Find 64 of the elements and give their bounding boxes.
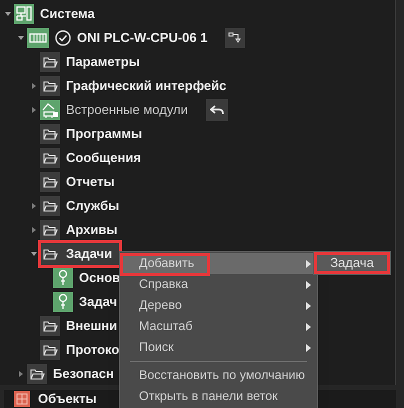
collapse-arrow-icon[interactable] — [4, 10, 12, 18]
task-icon — [53, 268, 73, 288]
tree-item[interactable]: Архивы — [40, 218, 126, 242]
collapse-arrow-icon[interactable] — [30, 250, 38, 258]
expand-arrow-icon[interactable] — [30, 202, 38, 210]
tree-item-label: Службы — [66, 197, 120, 216]
folder-icon — [40, 172, 60, 192]
tree-item-label: Внешни — [66, 317, 118, 336]
undo-icon — [210, 104, 224, 116]
submenu-arrow-icon — [306, 280, 311, 288]
tree-item[interactable]: ONI PLC-W-CPU-06 1 — [27, 26, 216, 50]
tree-item-label: Отчеты — [66, 173, 115, 192]
computer-network-icon — [14, 4, 34, 24]
expand-arrow-icon[interactable] — [30, 226, 38, 234]
expand-arrow-icon[interactable] — [30, 82, 38, 90]
undo-button[interactable] — [206, 99, 228, 121]
submenu-arrow-icon — [306, 344, 311, 352]
tree-item-label: Архивы — [66, 221, 118, 240]
folder-icon — [40, 340, 60, 360]
menu-item[interactable]: Восстановить по умолчанию — [120, 365, 317, 386]
collapse-arrow-icon[interactable] — [17, 34, 25, 42]
menu-item[interactable]: Открыть в панели веток — [120, 386, 317, 407]
folder-icon — [40, 76, 60, 96]
tree-item-label: Задач — [79, 293, 118, 312]
objects-icon — [14, 391, 30, 407]
tree-item[interactable]: Сообщения — [40, 146, 149, 170]
tree-item-label: Параметры — [66, 53, 140, 72]
menu-item[interactable]: Задача — [314, 252, 390, 274]
tree-action-button[interactable] — [225, 28, 246, 48]
submenu-arrow-icon — [306, 260, 311, 268]
folder-icon — [40, 148, 60, 168]
tree-item-label: ONI PLC-W-CPU-06 1 — [77, 29, 208, 48]
tree-item-label: Протоко — [66, 341, 120, 360]
tree-item[interactable]: Отчеты — [40, 170, 123, 194]
tree-item-label: Система — [40, 5, 95, 24]
expand-arrow-icon[interactable] — [30, 106, 38, 114]
tree-item-label: Графический интерфейс — [66, 77, 226, 96]
highlighted-tree-item[interactable]: Задачи — [40, 242, 120, 266]
module-icon — [40, 100, 60, 120]
submenu-arrow-icon — [306, 322, 311, 330]
tree-item[interactable]: Службы — [40, 194, 128, 218]
tree-item-label: Программы — [66, 125, 142, 144]
folder-icon — [40, 220, 60, 240]
tree-item[interactable]: Встроенные модули — [40, 98, 196, 122]
folder-icon — [40, 316, 60, 336]
tree-item[interactable]: Система — [14, 2, 103, 26]
expand-arrow-icon[interactable] — [17, 370, 25, 378]
tree-item-label: Встроенные модули — [66, 101, 188, 120]
controller-icon — [27, 28, 49, 48]
folder-icon — [40, 124, 60, 144]
tree-item[interactable]: Безопасн — [27, 362, 122, 386]
folder-icon — [40, 52, 60, 72]
branch-arrow-icon — [228, 31, 242, 45]
tree-item[interactable]: Параметры — [40, 50, 148, 74]
tree-item-label: Задачи — [66, 245, 112, 264]
task-icon — [53, 292, 73, 312]
tree-item[interactable]: Графический интерфейс — [40, 74, 234, 98]
submenu-arrow-icon — [306, 302, 311, 310]
tree-item-label: Основ — [79, 269, 120, 288]
folder-icon — [40, 196, 60, 216]
tree-item-label: Безопасн — [53, 365, 114, 384]
tree-item-label: Сообщения — [66, 149, 141, 168]
tree-item[interactable]: Программы — [40, 122, 150, 146]
objects-label[interactable]: Объекты — [38, 389, 97, 408]
